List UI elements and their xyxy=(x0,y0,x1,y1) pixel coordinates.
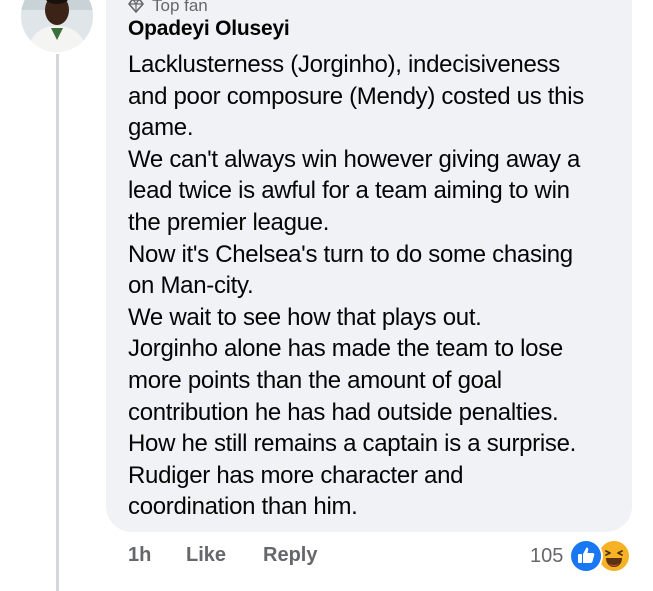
comment-line: We wait to see how that plays out. xyxy=(128,303,482,331)
comment-line: more points than the amount of goal xyxy=(128,366,502,394)
comment-line: game. xyxy=(128,114,194,142)
comment-actions: 1h Like Reply xyxy=(128,544,317,567)
comment-line: lead twice is awful for a team aiming to… xyxy=(128,177,570,205)
comment-thread: Top fan Opadeyi Oluseyi Lacklusterness (… xyxy=(0,0,653,591)
comment-line: coordination than him. xyxy=(128,493,358,521)
reaction-count: 105 xyxy=(530,544,564,567)
like-reaction-icon xyxy=(569,539,604,573)
avatar[interactable] xyxy=(21,0,93,52)
like-button[interactable]: Like xyxy=(186,544,263,567)
comment-line: Now it's Chelsea's turn to do some chasi… xyxy=(128,240,573,268)
comment-timestamp[interactable]: 1h xyxy=(128,544,186,567)
comment-line: and poor composure (Mendy) costed us thi… xyxy=(128,82,584,110)
reply-button[interactable]: Reply xyxy=(263,544,317,567)
badge-label: Top fan xyxy=(152,0,208,15)
comment-line: Lacklusterness (Jorginho), indecisivenes… xyxy=(128,51,560,78)
comment-line: on Man-city. xyxy=(128,272,254,300)
reaction-summary[interactable]: 105 xyxy=(530,539,632,573)
diamond-icon xyxy=(128,0,144,13)
comment-line: We can't always win however giving away … xyxy=(128,145,581,173)
top-fan-badge: Top fan xyxy=(128,0,208,16)
comment-line: contribution he has had outside penaltie… xyxy=(128,398,559,426)
comment-line: Jorginho alone has made the team to lose xyxy=(128,335,563,363)
reply-thread-line xyxy=(56,54,59,591)
comment-author[interactable]: Opadeyi Oluseyi xyxy=(128,17,290,41)
comment-line: How he still remains a captain is a surp… xyxy=(128,430,577,458)
comment-text: Lacklusterness (Jorginho), indecisivenes… xyxy=(128,49,628,523)
comment-line: the premier league. xyxy=(128,208,330,236)
comment-line: Rudiger has more character and xyxy=(128,461,464,489)
